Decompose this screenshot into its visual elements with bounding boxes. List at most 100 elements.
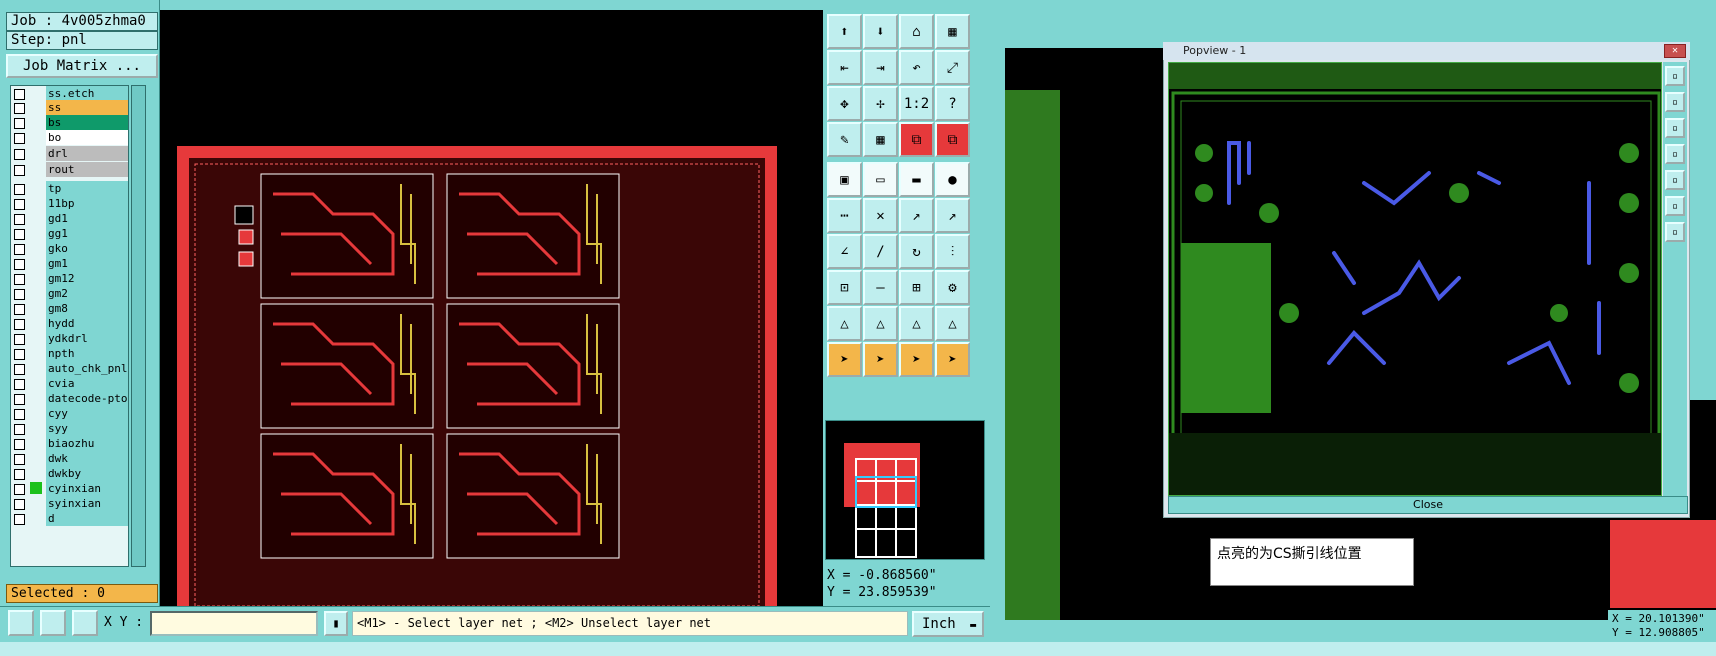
popview-tool-6-icon[interactable]: ▫: [1665, 196, 1685, 216]
layer-row[interactable]: dwk: [11, 451, 128, 466]
layer-list-scrollbar[interactable]: [131, 85, 146, 567]
triangle-2-icon[interactable]: △: [863, 306, 898, 341]
layer-checkbox[interactable]: [14, 424, 25, 435]
grid-snap-icon[interactable]: [72, 610, 98, 636]
cross-node-icon[interactable]: ✕: [863, 198, 898, 233]
layer-row[interactable]: ydkdrl: [11, 331, 128, 346]
layer-checkbox[interactable]: [14, 364, 25, 375]
select-feature-icon[interactable]: ▣: [827, 162, 862, 197]
layer-checkbox[interactable]: [14, 184, 25, 195]
layer-row[interactable]: 11bp: [11, 196, 128, 211]
fill-circle-icon[interactable]: ●: [935, 162, 970, 197]
layer-checkbox[interactable]: [14, 484, 25, 495]
window-view-icon[interactable]: ▦: [935, 14, 970, 49]
layer-checkbox[interactable]: [14, 199, 25, 210]
units-select[interactable]: Inch ▬: [912, 611, 984, 637]
line-tool-icon[interactable]: /: [863, 234, 898, 269]
layer-checkbox[interactable]: [14, 499, 25, 510]
bracket-tool-icon[interactable]: ⊞: [899, 270, 934, 305]
layer-checkbox[interactable]: [14, 149, 25, 160]
angle-tool-icon[interactable]: ∠: [827, 234, 862, 269]
pan-icon[interactable]: ✢: [863, 86, 898, 121]
layer-checkbox[interactable]: [14, 439, 25, 450]
layer-checkbox[interactable]: [14, 244, 25, 255]
zoom-back-icon[interactable]: ↶: [899, 50, 934, 85]
align-tool-icon[interactable]: ⫶: [935, 234, 970, 269]
layer-row[interactable]: bs: [11, 115, 128, 130]
layer-row[interactable]: bo: [11, 130, 128, 145]
move-down-icon[interactable]: ⬇: [863, 14, 898, 49]
zoom-fit-icon[interactable]: ⤢: [935, 50, 970, 85]
layer-checkbox[interactable]: [14, 165, 25, 176]
layer-row[interactable]: datecode-pto: [11, 391, 128, 406]
zoom-extents-icon[interactable]: ✥: [827, 86, 862, 121]
help-icon[interactable]: ?: [935, 86, 970, 121]
layer-row[interactable]: rout: [11, 162, 128, 177]
xy-input[interactable]: [150, 611, 318, 636]
layer-checkbox[interactable]: [14, 514, 25, 525]
layer-checkbox[interactable]: [14, 214, 25, 225]
scale-1-2-icon[interactable]: 1:2: [899, 86, 934, 121]
layer-row[interactable]: cvia: [11, 376, 128, 391]
layer-checkbox[interactable]: [14, 89, 25, 100]
ruler-icon[interactable]: ▬: [899, 162, 934, 197]
net-red-1-icon[interactable]: ⧉: [899, 122, 934, 157]
layer-row[interactable]: ss.etch: [11, 86, 128, 101]
pad-tool-icon[interactable]: ⊡: [827, 270, 862, 305]
close-button[interactable]: Close: [1168, 496, 1688, 514]
layer-checkbox[interactable]: [14, 274, 25, 285]
rotate-tool-icon[interactable]: ↻: [899, 234, 934, 269]
component-tool-icon[interactable]: ⚙: [935, 270, 970, 305]
layer-row[interactable]: biaozhu: [11, 436, 128, 451]
next-view-icon[interactable]: ⇥: [863, 50, 898, 85]
popview-tool-7-icon[interactable]: ▫: [1665, 222, 1685, 242]
layer-checkbox[interactable]: [14, 349, 25, 360]
layer-row[interactable]: gm1: [11, 256, 128, 271]
popview-tool-1-icon[interactable]: ▫: [1665, 66, 1685, 86]
triangle-4-icon[interactable]: △: [935, 306, 970, 341]
layer-row[interactable]: d: [11, 511, 128, 526]
layer-row[interactable]: auto_chk_pnl: [11, 361, 128, 376]
xy-apply-button[interactable]: ▮: [324, 611, 348, 636]
layer-row[interactable]: cyinxian: [11, 481, 128, 496]
snap-icon[interactable]: [8, 610, 34, 636]
layer-row[interactable]: gd1: [11, 211, 128, 226]
measure-icon[interactable]: [40, 610, 66, 636]
layer-checkbox[interactable]: [14, 259, 25, 270]
connect-nodes-icon[interactable]: ⋯: [827, 198, 862, 233]
layer-row[interactable]: gm12: [11, 271, 128, 286]
triangle-1-icon[interactable]: △: [827, 306, 862, 341]
draw-rect-icon[interactable]: ▭: [863, 162, 898, 197]
layer-checkbox[interactable]: [14, 118, 25, 129]
popview-tool-2-icon[interactable]: ▫: [1665, 92, 1685, 112]
layer-checkbox[interactable]: [14, 103, 25, 114]
layer-row[interactable]: syy: [11, 421, 128, 436]
layer-row[interactable]: dwkby: [11, 466, 128, 481]
overview-minimap[interactable]: [825, 420, 985, 560]
layer-checkbox[interactable]: [14, 229, 25, 240]
layer-checkbox[interactable]: [14, 133, 25, 144]
layer-row[interactable]: gko: [11, 241, 128, 256]
layer-row[interactable]: gm2: [11, 286, 128, 301]
popview-tool-4-icon[interactable]: ▫: [1665, 144, 1685, 164]
layer-row[interactable]: tp: [11, 181, 128, 196]
prev-view-icon[interactable]: ⇤: [827, 50, 862, 85]
cursor-1-icon[interactable]: ➤: [827, 342, 862, 377]
add-node-icon[interactable]: ↗: [899, 198, 934, 233]
layer-row[interactable]: syinxian: [11, 496, 128, 511]
layer-row[interactable]: gm8: [11, 301, 128, 316]
popview-tool-5-icon[interactable]: ▫: [1665, 170, 1685, 190]
net-cursor-icon[interactable]: ➤: [935, 342, 970, 377]
layer-row[interactable]: cyy: [11, 406, 128, 421]
popview-tool-3-icon[interactable]: ▫: [1665, 118, 1685, 138]
popview-canvas[interactable]: [1168, 62, 1662, 496]
layer-row[interactable]: ss: [11, 100, 128, 115]
wrench-tool-icon[interactable]: ✎: [827, 122, 862, 157]
layer-row[interactable]: gg1: [11, 226, 128, 241]
grid-view-icon[interactable]: ▦: [863, 122, 898, 157]
cursor-2-icon[interactable]: ➤: [863, 342, 898, 377]
layer-checkbox[interactable]: [14, 334, 25, 345]
graphic-canvas[interactable]: [161, 10, 823, 606]
layer-checkbox[interactable]: [14, 409, 25, 420]
layer-checkbox[interactable]: [14, 304, 25, 315]
